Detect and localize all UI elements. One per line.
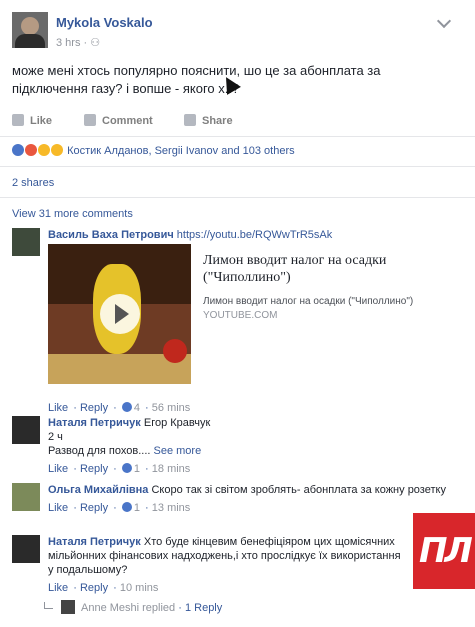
comment-line: 2 ч bbox=[48, 431, 63, 443]
preview-description: Лимон вводит налог на осадки ("Чиполлино… bbox=[203, 296, 414, 307]
watermark-logo: ПЛ bbox=[413, 513, 475, 589]
post-meta: 3 hrs · ⚇ bbox=[56, 37, 101, 49]
replies-summary[interactable]: Anne Meshi replied · 1 Reply bbox=[44, 600, 222, 614]
comment-body: Наталя Петричук Егор Кравчук 2 ч Развод … bbox=[48, 416, 458, 476]
comment-footer: Like · Reply · 1 · 13 mins bbox=[48, 502, 191, 514]
preview-title[interactable]: Лимон вводит налог на осадки ("Чиполлино… bbox=[203, 252, 443, 286]
wow-reaction-icon bbox=[38, 144, 50, 156]
like-count[interactable]: 1 bbox=[134, 463, 140, 475]
comment-like-button[interactable]: Like bbox=[48, 582, 68, 594]
view-more-comments-link[interactable]: View 31 more comments bbox=[12, 208, 133, 220]
comment-body: Василь Ваха Петрович https://youtu.be/RQ… bbox=[48, 228, 458, 242]
reply-arrow-icon bbox=[44, 602, 53, 609]
commenter-avatar[interactable] bbox=[12, 416, 40, 444]
comment-mention: Егор Кравчук bbox=[143, 417, 211, 429]
comment-like-button[interactable]: Like bbox=[48, 502, 68, 514]
divider bbox=[0, 166, 475, 167]
divider bbox=[0, 136, 475, 137]
author-name[interactable]: Mykola Voskalo bbox=[56, 15, 153, 30]
commenter-name[interactable]: Василь Ваха Петрович bbox=[48, 229, 174, 241]
chevron-down-icon[interactable] bbox=[436, 13, 452, 29]
comment-footer: Like · Reply · 10 mins bbox=[48, 582, 159, 594]
haha-reaction-icon bbox=[51, 144, 63, 156]
friends-icon: ⚇ bbox=[90, 37, 101, 49]
love-reaction-icon bbox=[25, 144, 37, 156]
comment-time[interactable]: 13 mins bbox=[152, 502, 191, 514]
reactions-text[interactable]: Костик Алданов, Sergii Ivanov and 103 ot… bbox=[67, 145, 295, 157]
commenter-avatar[interactable] bbox=[12, 535, 40, 563]
like-button[interactable]: Like bbox=[12, 114, 52, 127]
commenter-name[interactable]: Ольга Михайлівна bbox=[48, 484, 148, 496]
comment-icon bbox=[84, 114, 96, 126]
thumbs-up-icon bbox=[121, 502, 132, 512]
post-actions: Like Comment Share bbox=[12, 112, 457, 132]
replier-text[interactable]: Anne Meshi replied bbox=[81, 602, 175, 614]
reply-count-link[interactable]: 1 Reply bbox=[185, 602, 222, 614]
comment-time[interactable]: 18 mins bbox=[152, 463, 191, 475]
comment-text: Скоро так зі світом зроблять- абонплата … bbox=[151, 484, 446, 496]
post-header: Mykola Voskalo 3 hrs · ⚇ bbox=[12, 12, 467, 52]
shares-link[interactable]: 2 shares bbox=[12, 177, 54, 189]
preview-source: YOUTUBE.COM bbox=[203, 310, 278, 321]
like-reaction-icon bbox=[12, 144, 24, 156]
thumbs-up-icon bbox=[12, 114, 24, 126]
see-more-link[interactable]: See more bbox=[154, 445, 202, 457]
commenter-avatar[interactable] bbox=[12, 228, 40, 256]
comment-body: Наталя Петричук Хто буде кінцевим бенефі… bbox=[48, 535, 408, 595]
comment-like-button[interactable]: Like bbox=[48, 463, 68, 475]
commenter-name[interactable]: Наталя Петричук bbox=[48, 417, 141, 429]
replier-avatar bbox=[61, 600, 75, 614]
comment-text: Развод для похов.... bbox=[48, 445, 151, 457]
divider bbox=[0, 197, 475, 198]
comment-button[interactable]: Comment bbox=[84, 114, 153, 127]
comment-time[interactable]: 56 mins bbox=[152, 402, 191, 414]
comment-reply-button[interactable]: Reply bbox=[80, 582, 108, 594]
comment-link[interactable]: https://youtu.be/RQWwTrR5sAk bbox=[177, 229, 332, 241]
comment-body: Ольга Михайлівна Скоро так зі світом зро… bbox=[48, 483, 458, 515]
comment-reply-button[interactable]: Reply bbox=[80, 402, 108, 414]
logo-text: ПЛ bbox=[419, 531, 473, 571]
link-preview[interactable]: Лимон вводит налог на осадки ("Чиполлино… bbox=[48, 244, 458, 389]
reactions-summary[interactable]: Костик Алданов, Sergii Ivanov and 103 ot… bbox=[12, 144, 295, 157]
comment-footer: Like · Reply · 4 · 56 mins bbox=[48, 402, 191, 414]
comment-like-button[interactable]: Like bbox=[48, 402, 68, 414]
share-icon bbox=[184, 114, 196, 126]
comment-time[interactable]: 10 mins bbox=[120, 582, 159, 594]
like-count[interactable]: 4 bbox=[134, 402, 140, 414]
share-button[interactable]: Share bbox=[184, 114, 233, 127]
author-avatar[interactable] bbox=[12, 12, 48, 48]
commenter-name[interactable]: Наталя Петричук bbox=[48, 536, 141, 548]
thumbs-up-icon bbox=[121, 402, 132, 412]
thumbs-up-icon bbox=[121, 463, 132, 473]
video-thumbnail[interactable] bbox=[48, 244, 191, 384]
post-time[interactable]: 3 hrs bbox=[56, 37, 80, 49]
play-icon[interactable] bbox=[100, 294, 140, 334]
like-count[interactable]: 1 bbox=[134, 502, 140, 514]
commenter-avatar[interactable] bbox=[12, 483, 40, 511]
comment-reply-button[interactable]: Reply bbox=[80, 463, 108, 475]
comment-reply-button[interactable]: Reply bbox=[80, 502, 108, 514]
comment-footer: Like · Reply · 1 · 18 mins bbox=[48, 463, 191, 475]
